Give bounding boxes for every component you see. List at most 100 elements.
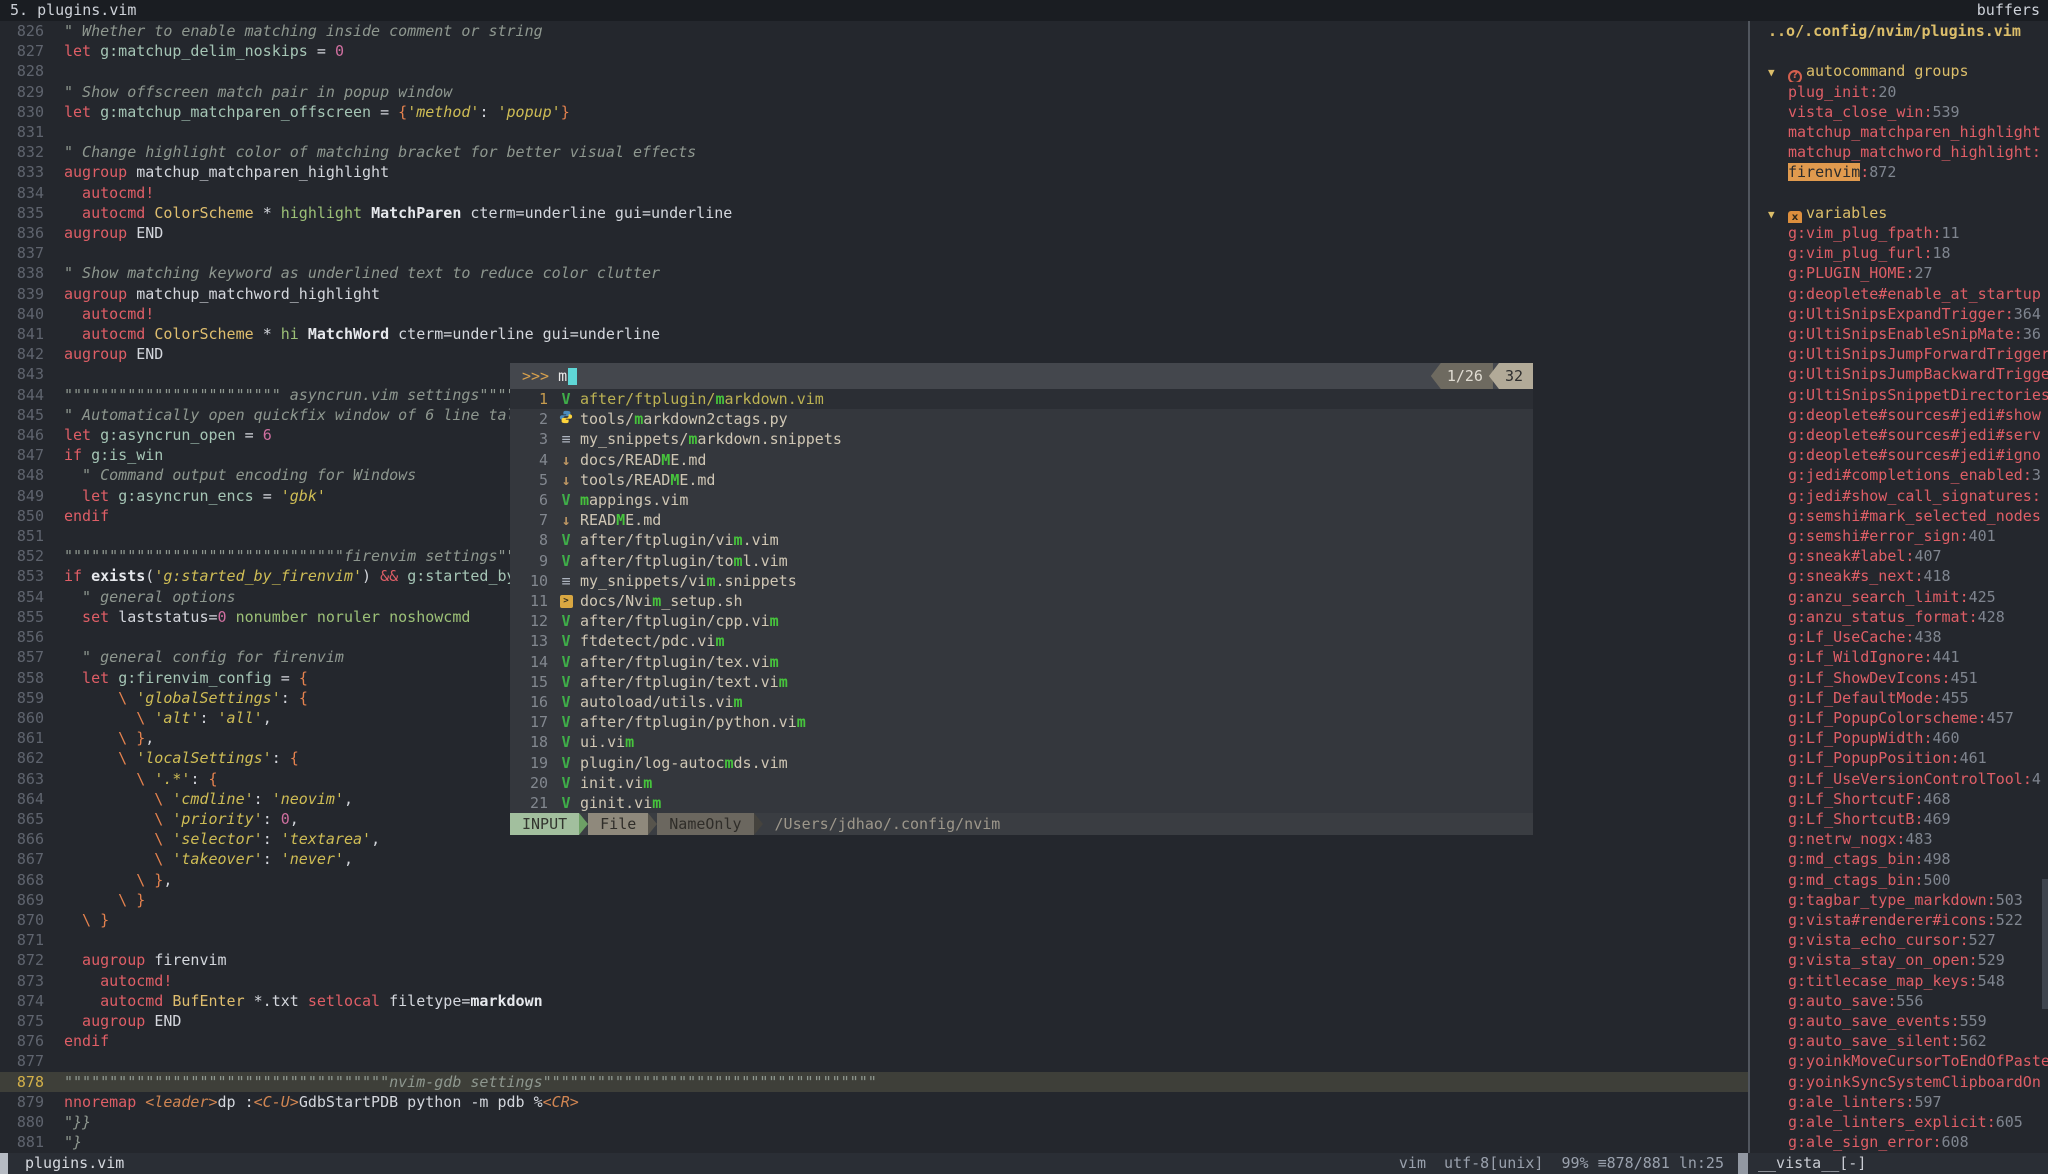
vista-tag-item[interactable]: g:auto_save_events:559 [1750,1011,2048,1031]
vista-tag-item[interactable]: g:Lf_DefaultMode:455 [1750,688,2048,708]
code-line[interactable]: 874 autocmd BufEnter *.txt setlocal file… [0,991,1748,1011]
vista-tag-item[interactable]: g:tagbar_type_markdown:503 [1750,890,2048,910]
code-line[interactable]: 835 autocmd ColorScheme * highlight Matc… [0,203,1748,223]
vista-tag-item[interactable]: vista_close_win:539 [1750,102,2048,122]
vista-tag-item[interactable]: g:Lf_PopupColorscheme:457 [1750,708,2048,728]
vista-tag-item[interactable]: g:Lf_ShortcutF:468 [1750,789,2048,809]
vista-tag-item[interactable]: plug_init:20 [1750,82,2048,102]
vista-tag-item[interactable]: g:jedi#completions_enabled:3 [1750,465,2048,485]
vista-tag-item[interactable]: g:sneak#s_next:418 [1750,566,2048,586]
list-item[interactable]: 12Vafter/ftplugin/cpp.vim [510,611,1533,631]
vista-tag-item[interactable]: g:deoplete#sources#jedi#serv [1750,425,2048,445]
vista-tag-item[interactable]: g:netrw_nogx:483 [1750,829,2048,849]
list-item[interactable]: 9Vafter/ftplugin/toml.vim [510,551,1533,571]
vista-tag-item[interactable]: g:Lf_ShowDevIcons:451 [1750,668,2048,688]
vista-tag-item[interactable]: g:deoplete#sources#jedi#igno [1750,445,2048,465]
code-line[interactable]: 880"}} [0,1112,1748,1132]
vista-tag-item[interactable]: g:ale_sign_error:608 [1750,1132,2048,1152]
vista-tag-item[interactable]: g:Lf_PopupWidth:460 [1750,728,2048,748]
list-item[interactable]: 6Vmappings.vim [510,490,1533,510]
vista-tag-item[interactable]: g:UltiSnipsJumpBackwardTrigger [1750,364,2048,384]
list-item[interactable]: 16Vautoload/utils.vim [510,692,1533,712]
vista-tag-item[interactable]: g:ale_linters:597 [1750,1092,2048,1112]
vista-tag-item[interactable]: g:md_ctags_bin:498 [1750,849,2048,869]
list-item[interactable]: 18Vui.vim [510,732,1533,752]
vista-tag-item[interactable]: g:yoinkSyncSystemClipboardOn [1750,1072,2048,1092]
code-line[interactable]: 830let g:matchup_matchparen_offscreen = … [0,102,1748,122]
vista-tag-item[interactable]: g:deoplete#sources#jedi#show [1750,405,2048,425]
code-line[interactable]: 827let g:matchup_delim_noskips = 0 [0,41,1748,61]
code-line[interactable]: 876endif [0,1031,1748,1051]
code-line[interactable]: 868 \ }, [0,870,1748,890]
list-item[interactable]: 7↓README.md [510,510,1533,530]
vista-tag-item[interactable]: g:ale_linters_explicit:605 [1750,1112,2048,1132]
list-item[interactable]: 13Vftdetect/pdc.vim [510,631,1533,651]
list-item[interactable]: 1Vafter/ftplugin/markdown.vim [510,389,1533,409]
code-line[interactable]: 869 \ } [0,890,1748,910]
code-line[interactable]: 878""""""""""""""""""""""""""""""""""""n… [0,1072,1748,1092]
list-item[interactable]: 2tools/markdown2ctags.py [510,409,1533,429]
code-line[interactable]: 840 autocmd! [0,304,1748,324]
code-line[interactable]: 833augroup matchup_matchparen_highlight [0,162,1748,182]
fuzzy-search-input[interactable]: >>> m 1/26 32 [510,363,1533,389]
vista-tag-item[interactable]: g:yoinkMoveCursorToEndOfPaste [1750,1051,2048,1071]
list-item[interactable]: 17Vafter/ftplugin/python.vim [510,712,1533,732]
vista-sidebar[interactable]: ..o/.config/nvim/plugins.vim▼?autocomman… [1748,21,2048,1153]
vista-scrollbar[interactable] [2042,879,2048,1009]
list-item[interactable]: 10≡my_snippets/vim.snippets [510,571,1533,591]
vista-tag-item[interactable]: g:auto_save_silent:562 [1750,1031,2048,1051]
vista-tag-item[interactable]: g:vista_stay_on_open:529 [1750,950,2048,970]
vista-tag-item[interactable]: g:Lf_PopupPosition:461 [1750,748,2048,768]
vista-section-header[interactable]: ▼xvariables [1750,203,2048,223]
code-line[interactable]: 872 augroup firenvim [0,950,1748,970]
list-item[interactable]: 14Vafter/ftplugin/tex.vim [510,652,1533,672]
vista-tag-item[interactable]: g:PLUGIN_HOME:27 [1750,263,2048,283]
tab-plugins-vim[interactable]: 5. plugins.vim [0,0,136,20]
list-item[interactable]: 5↓tools/README.md [510,470,1533,490]
vista-tag-item[interactable]: g:vim_plug_fpath:11 [1750,223,2048,243]
vista-tag-item[interactable]: matchup_matchword_highlight: [1750,142,2048,162]
vista-tag-item[interactable]: g:Lf_ShortcutB:469 [1750,809,2048,829]
code-line[interactable]: 875 augroup END [0,1011,1748,1031]
vista-tag-item[interactable]: g:UltiSnipsExpandTrigger:364 [1750,304,2048,324]
list-item[interactable]: 20Vinit.vim [510,773,1533,793]
vista-tag-item[interactable]: g:Lf_UseVersionControlTool:4 [1750,769,2048,789]
list-item[interactable]: 8Vafter/ftplugin/vim.vim [510,530,1533,550]
vista-tag-item[interactable]: matchup_matchparen_highlight [1750,122,2048,142]
code-line[interactable]: 836augroup END [0,223,1748,243]
code-line[interactable]: 870 \ } [0,910,1748,930]
statusline-divider[interactable] [1738,1153,1748,1174]
code-line[interactable]: 873 autocmd! [0,971,1748,991]
list-item[interactable]: 3≡my_snippets/markdown.snippets [510,429,1533,449]
vista-tag-item[interactable]: g:titlecase_map_keys:548 [1750,971,2048,991]
code-line[interactable]: 867 \ 'takeover': 'never', [0,849,1748,869]
code-line[interactable]: 829" Show offscreen match pair in popup … [0,82,1748,102]
code-line[interactable]: 838" Show matching keyword as underlined… [0,263,1748,283]
code-line[interactable]: 842augroup END [0,344,1748,364]
code-line[interactable]: 837 [0,243,1748,263]
vista-tag-item[interactable]: g:auto_save:556 [1750,991,2048,1011]
vista-tag-item[interactable]: firenvim:872 [1750,162,2048,182]
code-line[interactable]: 832" Change highlight color of matching … [0,142,1748,162]
vista-tag-item[interactable]: g:Lf_WildIgnore:441 [1750,647,2048,667]
vista-tag-item[interactable]: g:UltiSnipsEnableSnipMate:36 [1750,324,2048,344]
vista-tag-item[interactable]: g:deoplete#enable_at_startup [1750,284,2048,304]
code-line[interactable]: 834 autocmd! [0,183,1748,203]
code-line[interactable]: 841 autocmd ColorScheme * hi MatchWord c… [0,324,1748,344]
vista-tag-item[interactable]: g:vista_echo_cursor:527 [1750,930,2048,950]
vista-tag-item[interactable]: g:md_ctags_bin:500 [1750,870,2048,890]
vista-tag-item[interactable]: g:UltiSnipsSnippetDirectories [1750,385,2048,405]
list-item[interactable]: 21Vginit.vim [510,793,1533,813]
list-item[interactable]: 19Vplugin/log-autocmds.vim [510,753,1533,773]
vista-tag-item[interactable]: g:vista#renderer#icons:522 [1750,910,2048,930]
code-line[interactable]: 879nnoremap <leader>dp :<C-U>GdbStartPDB… [0,1092,1748,1112]
vista-tag-item[interactable]: g:semshi#error_sign:401 [1750,526,2048,546]
vista-tag-item[interactable]: g:vim_plug_furl:18 [1750,243,2048,263]
list-item[interactable]: 11>docs/Nvim_setup.sh [510,591,1533,611]
vista-tag-item[interactable]: g:UltiSnipsJumpForwardTrigger [1750,344,2048,364]
vista-section-header[interactable]: ▼?autocommand groups [1750,61,2048,81]
code-line[interactable]: 828 [0,61,1748,81]
code-line[interactable]: 871 [0,930,1748,950]
code-line[interactable]: 831 [0,122,1748,142]
vista-tag-item[interactable]: g:jedi#show_call_signatures: [1750,486,2048,506]
